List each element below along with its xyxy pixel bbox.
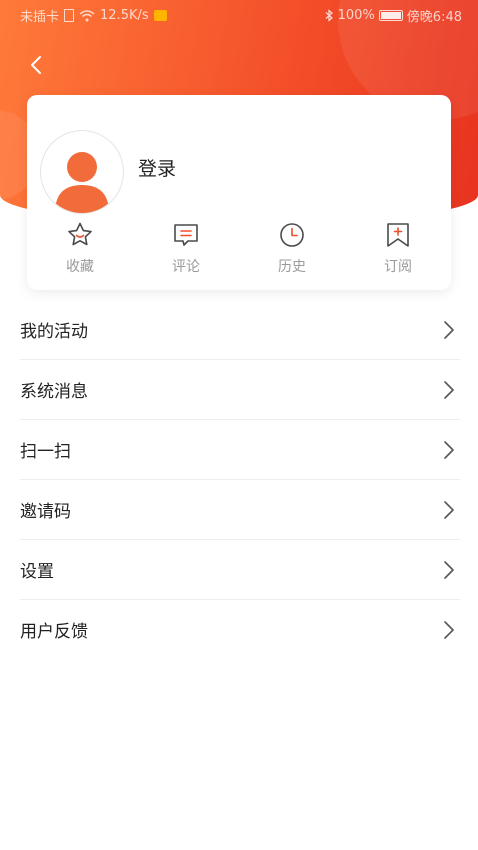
chevron-right-icon bbox=[444, 561, 454, 579]
subscriptions-button[interactable]: 订阅 bbox=[345, 220, 451, 280]
carrier-label: 未插卡 bbox=[20, 10, 60, 25]
bookmark-plus-icon bbox=[387, 223, 409, 247]
profile-card: 登录 收藏 评论 历史 订阅 bbox=[27, 95, 451, 290]
video-app-icon bbox=[153, 10, 167, 21]
chevron-right-icon bbox=[444, 381, 454, 399]
menu-item-label: 系统消息 bbox=[20, 382, 88, 402]
login-label[interactable]: 登录 bbox=[138, 154, 176, 181]
menu-item-label: 邀请码 bbox=[20, 502, 71, 522]
chevron-right-icon bbox=[444, 621, 454, 639]
comments-button[interactable]: 评论 bbox=[133, 220, 239, 280]
chevron-right-icon bbox=[444, 501, 454, 519]
clock-icon bbox=[280, 223, 304, 247]
comments-label: 评论 bbox=[172, 259, 200, 275]
menu-item-my-activities[interactable]: 我的活动 bbox=[20, 300, 460, 360]
battery-icon bbox=[378, 10, 403, 21]
history-button[interactable]: 历史 bbox=[239, 220, 345, 280]
chevron-right-icon bbox=[444, 441, 454, 459]
menu-item-feedback[interactable]: 用户反馈 bbox=[20, 600, 460, 659]
avatar[interactable] bbox=[40, 130, 124, 214]
status-left: 未插卡 12.5K/s bbox=[20, 6, 167, 25]
wifi-icon bbox=[79, 9, 95, 21]
favorites-button[interactable]: 收藏 bbox=[27, 220, 133, 280]
menu-item-settings[interactable]: 设置 bbox=[20, 540, 460, 600]
favorites-label: 收藏 bbox=[66, 259, 94, 275]
quick-actions: 收藏 评论 历史 订阅 bbox=[27, 220, 451, 280]
user-avatar-icon bbox=[55, 152, 109, 213]
menu-item-invite-code[interactable]: 邀请码 bbox=[20, 480, 460, 540]
back-button[interactable] bbox=[22, 50, 52, 80]
status-time: 傍晚6:48 bbox=[406, 10, 462, 25]
menu-item-label: 设置 bbox=[20, 562, 54, 582]
menu-item-label: 用户反馈 bbox=[20, 622, 88, 642]
bluetooth-icon bbox=[325, 9, 333, 22]
menu-item-label: 我的活动 bbox=[20, 322, 88, 342]
chevron-left-icon bbox=[31, 56, 41, 74]
subscriptions-label: 订阅 bbox=[384, 259, 412, 275]
menu-item-system-messages[interactable]: 系统消息 bbox=[20, 360, 460, 420]
comment-icon bbox=[174, 224, 198, 246]
status-bar: 未插卡 12.5K/s 100% 傍晚6:48 bbox=[0, 0, 478, 30]
network-speed: 12.5K/s bbox=[100, 8, 149, 23]
star-icon bbox=[68, 222, 92, 246]
battery-percent: 100% bbox=[337, 8, 375, 23]
status-right: 100% 傍晚6:48 bbox=[325, 6, 462, 25]
menu-item-label: 扫一扫 bbox=[20, 442, 71, 462]
history-label: 历史 bbox=[278, 259, 306, 275]
chevron-right-icon bbox=[444, 321, 454, 339]
sim-icon bbox=[64, 9, 75, 22]
menu-list: 我的活动 系统消息 扫一扫 邀请码 设置 用户反馈 bbox=[0, 300, 478, 659]
menu-item-scan[interactable]: 扫一扫 bbox=[20, 420, 460, 480]
